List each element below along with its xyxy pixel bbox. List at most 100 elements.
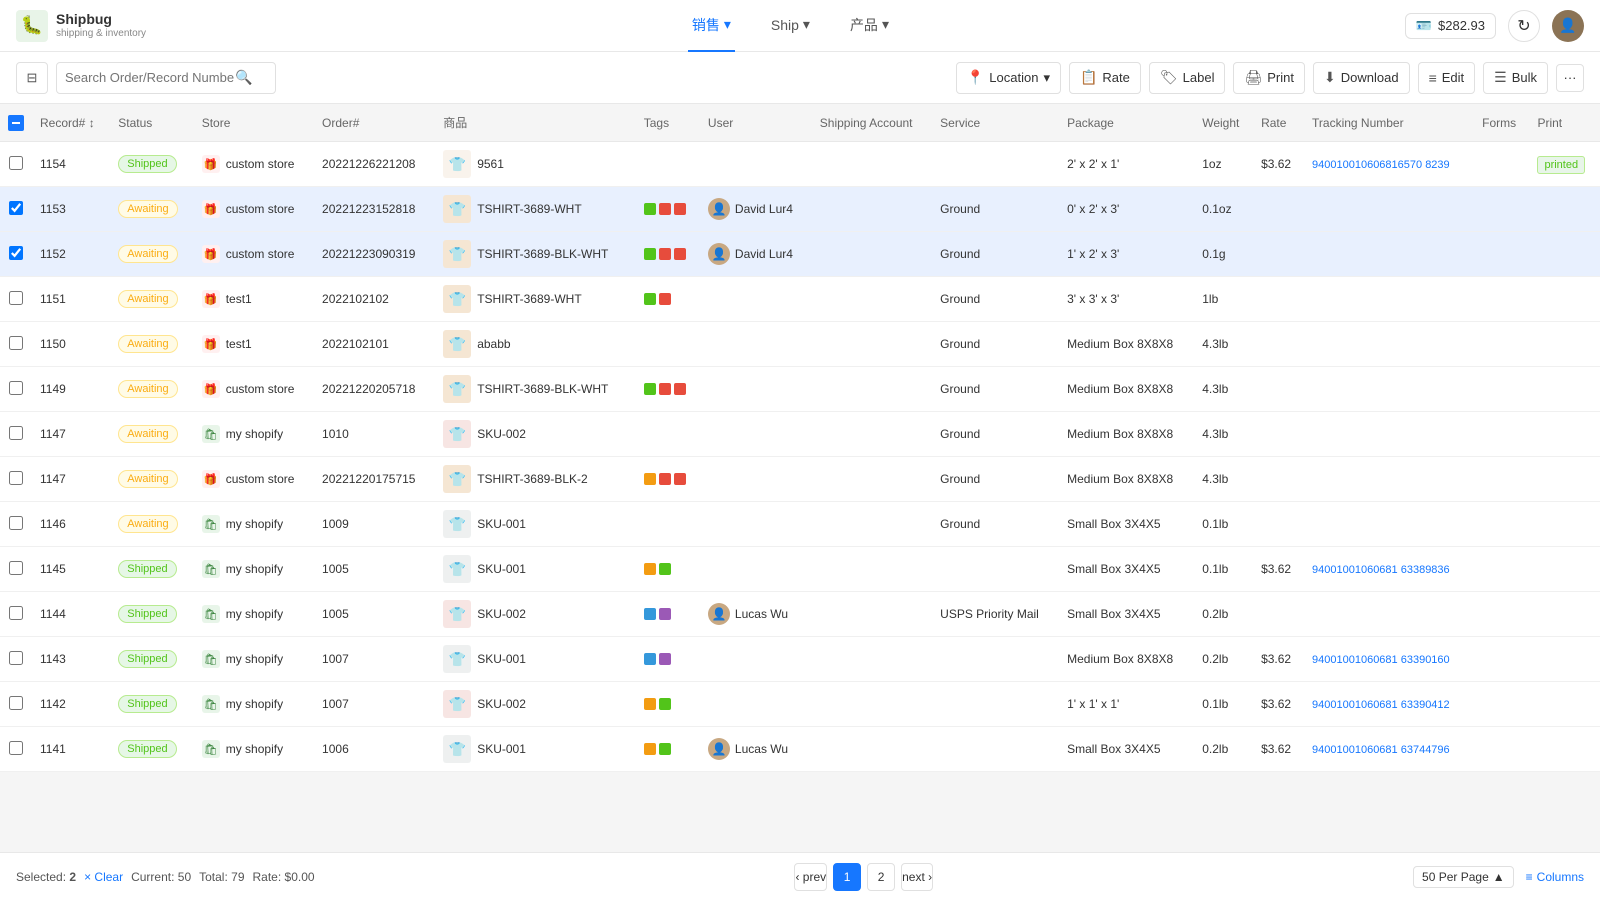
- col-weight: Weight: [1194, 104, 1253, 142]
- current-info: Current: 50: [131, 870, 191, 884]
- page-2-button[interactable]: 2: [867, 863, 895, 891]
- cell-shipping-account: [812, 232, 932, 277]
- cell-product: 👕SKU-002: [435, 592, 636, 637]
- clear-link[interactable]: × Clear: [84, 870, 123, 884]
- print-button[interactable]: 🖨 Print: [1233, 62, 1305, 94]
- row-checkbox[interactable]: [9, 201, 23, 215]
- cell-user: [700, 502, 812, 547]
- search-input[interactable]: [65, 70, 235, 85]
- nav-products[interactable]: 产品 ▾: [846, 0, 893, 52]
- store-icon: 🎁: [202, 290, 220, 308]
- cell-package: Small Box 3X4X5: [1059, 727, 1194, 772]
- refresh-button[interactable]: ↻: [1508, 10, 1540, 42]
- tag-square: [674, 203, 686, 215]
- cell-record: 1145: [32, 547, 110, 592]
- tracking-link[interactable]: 94001001060681 63389836: [1312, 564, 1450, 576]
- store-icon: 🎁: [202, 245, 220, 263]
- product-name: SKU-001: [477, 652, 526, 666]
- label-button[interactable]: 🏷 Label: [1149, 62, 1226, 94]
- row-checkbox[interactable]: [9, 291, 23, 305]
- next-button[interactable]: next ›: [901, 863, 933, 891]
- product-image: 👕: [443, 330, 471, 358]
- col-record[interactable]: Record# ↕: [32, 104, 110, 142]
- search-icon[interactable]: 🔍: [235, 69, 252, 86]
- cell-order: 1007: [314, 637, 435, 682]
- cell-shipping-account: [812, 142, 932, 187]
- row-checkbox[interactable]: [9, 606, 23, 620]
- more-button[interactable]: ···: [1556, 64, 1584, 92]
- tag-square: [644, 608, 656, 620]
- store-name: custom store: [226, 382, 295, 396]
- row-checkbox[interactable]: [9, 561, 23, 575]
- store-name: custom store: [226, 472, 295, 486]
- edit-button[interactable]: ≡ Edit: [1418, 62, 1476, 94]
- store-icon: 🎁: [202, 470, 220, 488]
- cell-service: [932, 682, 1059, 727]
- location-chevron: ▾: [1043, 70, 1050, 86]
- store-icon: 🛍: [202, 605, 220, 623]
- nav-ship[interactable]: Ship ▾: [767, 0, 814, 52]
- col-service: Service: [932, 104, 1059, 142]
- prev-button[interactable]: ‹ prev: [794, 863, 827, 891]
- row-checkbox[interactable]: [9, 426, 23, 440]
- store-name: my shopify: [226, 742, 283, 756]
- tracking-link[interactable]: 94001001060681 63390412: [1312, 699, 1450, 711]
- store-name: my shopify: [226, 427, 283, 441]
- row-checkbox[interactable]: [9, 336, 23, 350]
- tracking-link[interactable]: 94001001060681 63390160: [1312, 654, 1450, 666]
- row-checkbox[interactable]: [9, 471, 23, 485]
- row-checkbox[interactable]: [9, 381, 23, 395]
- per-page-selector[interactable]: 50 Per Page ▲: [1413, 866, 1514, 888]
- cell-tags: [636, 187, 700, 232]
- tag-square: [644, 743, 656, 755]
- avatar[interactable]: 👤: [1552, 10, 1584, 42]
- cell-status: Awaiting: [110, 412, 193, 457]
- columns-button[interactable]: ≡ Columns: [1526, 870, 1584, 884]
- select-all-checkbox[interactable]: [8, 115, 24, 131]
- cell-shipping-account: [812, 367, 932, 412]
- row-checkbox[interactable]: [9, 651, 23, 665]
- cell-package: Medium Box 8X8X8: [1059, 637, 1194, 682]
- table-row: 1149Awaiting🎁custom store20221220205718👕…: [0, 367, 1600, 412]
- cell-record: 1151: [32, 277, 110, 322]
- product-image: 👕: [443, 510, 471, 538]
- cell-package: Medium Box 8X8X8: [1059, 457, 1194, 502]
- store-icon: 🎁: [202, 335, 220, 353]
- tracking-link[interactable]: 94001001060681 63744796: [1312, 744, 1450, 756]
- store-icon: 🛍: [202, 515, 220, 533]
- cell-weight: 1oz: [1194, 142, 1253, 187]
- cell-tags: [636, 457, 700, 502]
- row-checkbox[interactable]: [9, 696, 23, 710]
- balance-icon: 🪪: [1416, 18, 1432, 34]
- product-name: TSHIRT-3689-BLK-2: [477, 472, 588, 486]
- cell-forms: [1474, 367, 1529, 412]
- cell-print: [1529, 727, 1600, 772]
- page-1-button[interactable]: 1: [833, 863, 861, 891]
- cell-order: 20221223152818: [314, 187, 435, 232]
- store-icon: 🎁: [202, 380, 220, 398]
- row-checkbox[interactable]: [9, 246, 23, 260]
- table-row: 1151Awaiting🎁test12022102102👕TSHIRT-3689…: [0, 277, 1600, 322]
- row-checkbox[interactable]: [9, 156, 23, 170]
- tracking-link[interactable]: 940010010606816570 8239: [1312, 159, 1450, 171]
- filter-button[interactable]: ⊟: [16, 62, 48, 94]
- download-button[interactable]: ⬇ Download: [1313, 62, 1410, 94]
- status-badge: Awaiting: [118, 245, 177, 263]
- row-checkbox[interactable]: [9, 516, 23, 530]
- cell-forms: [1474, 142, 1529, 187]
- cell-tracking: [1304, 187, 1474, 232]
- cell-service: [932, 142, 1059, 187]
- location-button[interactable]: 📍 Location ▾: [956, 62, 1061, 94]
- cell-tracking: [1304, 457, 1474, 502]
- rate-button[interactable]: 📋 Rate: [1069, 62, 1141, 94]
- bulk-button[interactable]: ☰ Bulk: [1483, 62, 1548, 94]
- balance-button[interactable]: 🪪 $282.93: [1405, 13, 1496, 39]
- nav-sales[interactable]: 销售 ▾: [688, 0, 735, 52]
- cell-rate: [1253, 277, 1304, 322]
- cell-status: Shipped: [110, 547, 193, 592]
- pagination: ‹ prev 1 2 next ›: [794, 863, 933, 891]
- cell-store: 🎁custom store: [194, 232, 314, 277]
- row-checkbox[interactable]: [9, 741, 23, 755]
- cell-forms: [1474, 412, 1529, 457]
- rate-icon: 📋: [1080, 69, 1097, 86]
